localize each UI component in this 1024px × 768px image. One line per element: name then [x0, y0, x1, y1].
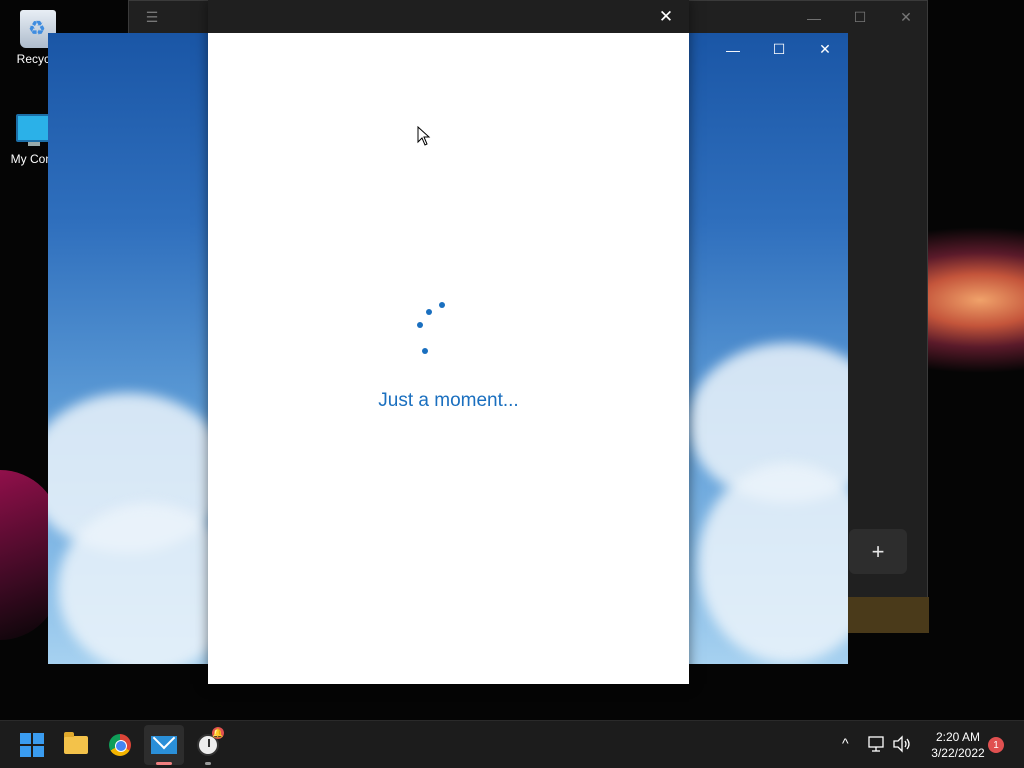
system-clock[interactable]: 2:20 AM 3/22/2022 — [918, 729, 998, 761]
bell-badge-icon: 🔔 — [212, 727, 224, 739]
add-button[interactable]: + — [849, 529, 907, 574]
spinner-dot — [417, 322, 423, 328]
windows-start-icon — [20, 733, 44, 757]
mouse-cursor-icon — [417, 126, 431, 146]
show-hidden-icons-chevron-icon[interactable]: ^ — [842, 735, 849, 751]
notification-count-badge[interactable]: 1 — [988, 737, 1004, 753]
taskbar: 🔔 ^ 2:20 AM 3/22/2022 1 — [0, 720, 1024, 768]
active-indicator — [156, 762, 172, 765]
network-icon[interactable] — [868, 735, 886, 753]
maximize-button[interactable]: ☐ — [756, 33, 802, 66]
spinner-dot — [426, 309, 432, 315]
loading-message: Just a moment... — [378, 390, 519, 411]
hamburger-menu-icon[interactable]: ☰ — [129, 1, 175, 34]
chrome-button[interactable] — [100, 725, 140, 765]
minimize-button[interactable]: — — [791, 1, 837, 34]
close-button[interactable]: ✕ — [643, 0, 689, 33]
desktop: Recycle My Com ☰ — ☐ ✕ + — ☐ ✕ ✕ — [0, 0, 1024, 720]
computer-icon — [16, 114, 50, 146]
cloud — [698, 463, 848, 663]
maximize-button[interactable]: ☐ — [837, 1, 883, 34]
close-button[interactable]: ✕ — [883, 1, 929, 34]
clock-date: 3/22/2022 — [931, 746, 985, 760]
start-button[interactable] — [12, 725, 52, 765]
dialog-titlebar[interactable]: ✕ — [208, 0, 689, 33]
mail-button[interactable] — [144, 725, 184, 765]
loading-dialog: ✕ Just a moment... — [208, 0, 689, 684]
spinner-dot — [422, 348, 428, 354]
volume-icon[interactable] — [892, 735, 912, 753]
file-explorer-icon — [64, 732, 88, 754]
alarms-clock-button[interactable]: 🔔 — [188, 725, 228, 765]
running-indicator — [205, 762, 211, 765]
clock-time: 2:20 AM — [935, 730, 981, 744]
file-explorer-button[interactable] — [56, 725, 96, 765]
close-button[interactable]: ✕ — [802, 33, 848, 66]
spinner-dot — [439, 302, 445, 308]
minimize-button[interactable]: — — [710, 33, 756, 66]
chrome-icon — [109, 734, 131, 756]
mail-icon — [151, 736, 177, 754]
